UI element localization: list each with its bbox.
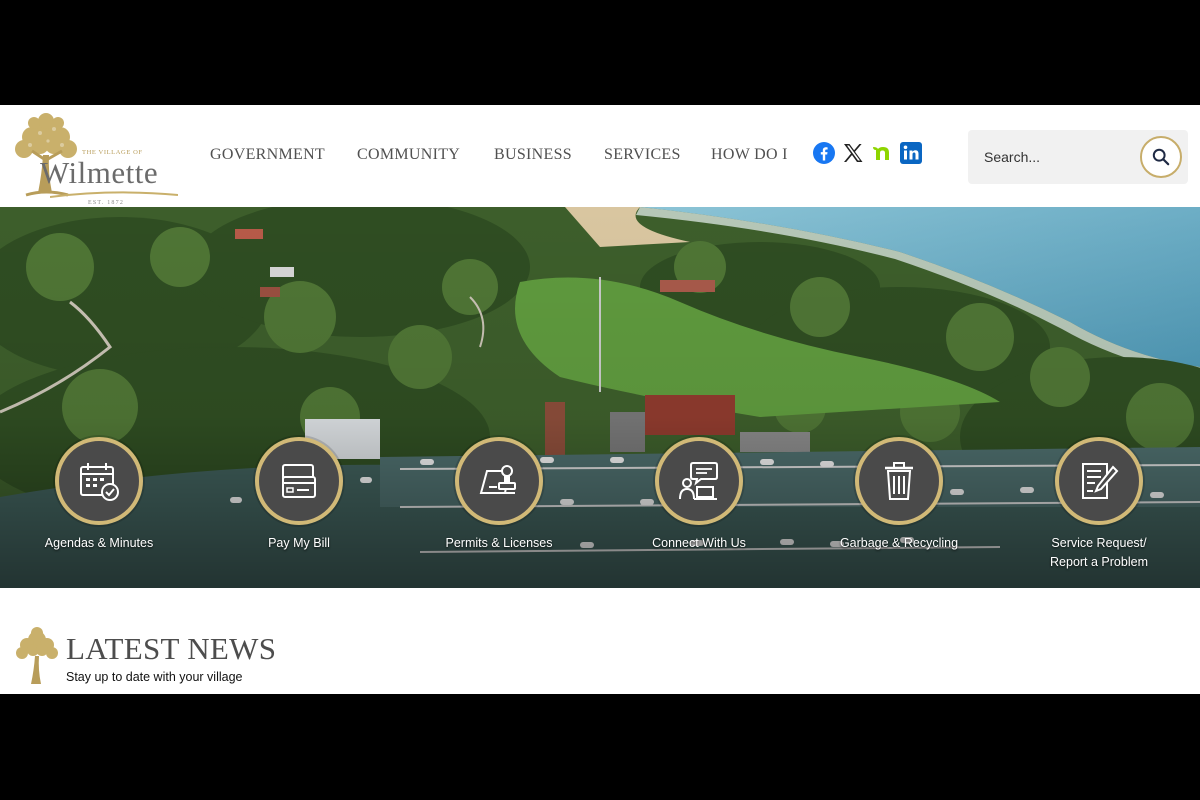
credit-card-icon — [282, 464, 316, 498]
oak-tree-icon — [16, 627, 58, 684]
stamp-document-icon — [479, 465, 516, 494]
search-button[interactable] — [1140, 136, 1182, 178]
quick-link-connect-with-us[interactable]: Connect With Us — [619, 437, 779, 577]
quick-link-label-line1: Service Request/ — [1051, 536, 1147, 550]
quick-link-circle — [255, 437, 343, 525]
quick-link-circle — [55, 437, 143, 525]
quick-link-label: Garbage & Recycling — [839, 536, 959, 550]
x-icon[interactable] — [841, 141, 865, 165]
nav-how-do-i[interactable]: HOW DO I — [711, 146, 788, 164]
nextdoor-icon[interactable] — [870, 141, 894, 165]
quick-link-label: Service Request/ Report a Problem — [1019, 534, 1179, 572]
nav-community[interactable]: COMMUNITY — [357, 146, 460, 164]
nav-business[interactable]: BUSINESS — [494, 146, 572, 164]
edit-document-icon — [1082, 463, 1119, 499]
trash-can-icon — [885, 462, 913, 500]
quick-link-service-request[interactable]: Service Request/ Report a Problem — [1019, 437, 1179, 577]
quick-link-label: Pay My Bill — [268, 536, 330, 550]
quick-link-circle — [1055, 437, 1143, 525]
search-box — [968, 130, 1188, 184]
facebook-icon[interactable] — [812, 141, 836, 165]
quick-link-circle — [455, 437, 543, 525]
hero-banner: Agendas & Minutes Pay My Bill Permits & … — [0, 207, 1200, 588]
chat-person-laptop-icon — [679, 462, 718, 500]
logo-swoosh — [50, 191, 178, 198]
quick-link-permits-licenses[interactable]: Permits & Licenses — [419, 437, 579, 577]
logo-established: EST. 1872 — [88, 200, 125, 206]
letterbox-top — [0, 0, 1200, 105]
quick-link-circle — [655, 437, 743, 525]
search-input[interactable] — [976, 142, 1136, 172]
latest-news-subtitle: Stay up to date with your village — [66, 670, 243, 684]
logo-wordmark: Wilmette — [40, 155, 159, 190]
latest-news-section: LATEST NEWS Stay up to date with your vi… — [0, 588, 1200, 694]
latest-news-title: LATEST NEWS — [66, 631, 277, 666]
search-icon — [1152, 148, 1170, 166]
calendar-check-icon — [80, 463, 119, 501]
quick-link-circle — [855, 437, 943, 525]
quick-link-label: Permits & Licenses — [445, 536, 553, 550]
linkedin-icon[interactable] — [899, 141, 923, 165]
site-header: THE VILLAGE OF Wilmette EST. 1872 GOVERN… — [0, 105, 1200, 207]
nav-services[interactable]: SERVICES — [604, 146, 681, 164]
quick-link-label: Connect With Us — [652, 536, 746, 550]
quick-link-garbage-recycling[interactable]: Garbage & Recycling — [819, 437, 979, 577]
quick-link-agendas-minutes[interactable]: Agendas & Minutes — [19, 437, 179, 577]
letterbox-bottom — [0, 694, 1200, 800]
quick-link-label-line2: Report a Problem — [1050, 555, 1148, 569]
quick-link-pay-my-bill[interactable]: Pay My Bill — [219, 437, 379, 577]
quick-link-label: Agendas & Minutes — [44, 536, 154, 550]
village-logo[interactable]: THE VILLAGE OF Wilmette EST. 1872 — [10, 111, 182, 206]
nav-government[interactable]: GOVERNMENT — [210, 146, 325, 164]
